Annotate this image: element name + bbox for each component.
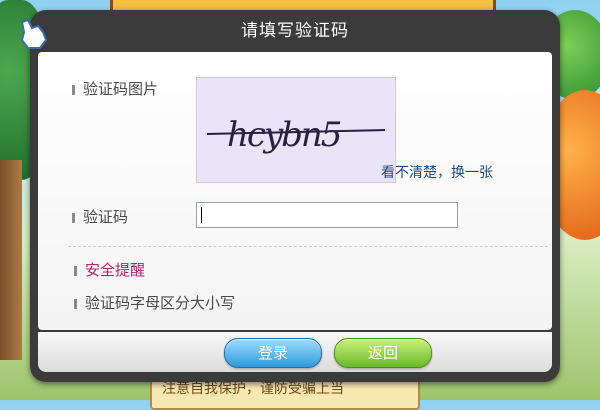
bullet-icon (74, 298, 77, 309)
back-button[interactable]: 返回 (334, 338, 432, 368)
bg-left-pole (0, 160, 22, 360)
code-label-row: 验证码 (72, 206, 128, 227)
bullet-icon (74, 265, 77, 276)
dialog-footer: 登录 返回 (38, 332, 552, 372)
security-tip-title: 安全提醒 (74, 259, 145, 280)
security-tip-text: 验证码字母区分大小写 (74, 292, 235, 313)
login-button[interactable]: 登录 (224, 338, 322, 368)
captcha-text: hcybn5 (227, 115, 341, 155)
bullet-icon (72, 212, 75, 223)
divider (68, 246, 548, 247)
captcha-label: 验证码图片 (83, 80, 159, 98)
glove-cursor-icon (20, 18, 48, 49)
bullet-icon (72, 84, 75, 95)
refresh-captcha-link[interactable]: 看不清楚，换一张 (381, 162, 493, 182)
security-tip-title-text: 安全提醒 (85, 261, 146, 279)
security-tip-text-value: 验证码字母区分大小写 (85, 294, 236, 312)
captcha-dialog: 请填写验证码 验证码图片 hcybn5 看不清楚，换一张 验证码 安全提醒 验证… (30, 10, 560, 382)
code-label: 验证码 (83, 208, 129, 226)
dialog-title: 请填写验证码 (241, 21, 349, 41)
captcha-label-row: 验证码图片 (72, 78, 158, 99)
captcha-image: hcybn5 (196, 77, 396, 183)
dialog-body: 验证码图片 hcybn5 看不清楚，换一张 验证码 安全提醒 验证码字母区分大小… (38, 52, 552, 330)
captcha-input[interactable] (196, 202, 458, 228)
text-caret (201, 207, 202, 223)
